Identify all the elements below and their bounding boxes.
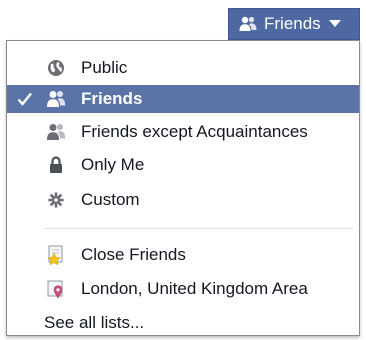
checkmark-icon <box>17 90 33 108</box>
audience-selector-button[interactable]: Friends <box>228 8 360 40</box>
lock-icon <box>45 155 67 175</box>
menu-item-label: Friends except Acquaintances <box>81 122 308 141</box>
friends-except-icon <box>45 122 67 142</box>
menu-item-custom[interactable]: Custom <box>7 186 359 214</box>
see-all-lists-link[interactable]: See all lists... <box>44 313 144 333</box>
friends-icon <box>45 89 67 109</box>
audience-selector-label: Friends <box>264 14 321 33</box>
location-pin-icon <box>45 279 67 299</box>
menu-item-public[interactable]: Public <box>7 54 359 82</box>
list-item-close-friends[interactable]: Close Friends <box>7 241 359 269</box>
menu-item-label: Custom <box>81 190 140 209</box>
list-item-london[interactable]: London, United Kingdom Area <box>7 275 359 303</box>
menu-item-friends-except-acquaintances[interactable]: Friends except Acquaintances <box>7 118 359 146</box>
menu-item-label: Friends <box>81 89 143 108</box>
list-item-label: Close Friends <box>81 245 186 264</box>
friends-icon <box>239 16 257 32</box>
menu-divider <box>45 228 353 229</box>
audience-dropdown-menu: Public Friends Friends except Acquaintan… <box>6 40 360 336</box>
list-item-label: London, United Kingdom Area <box>81 279 308 298</box>
chevron-down-icon <box>328 20 341 28</box>
star-list-icon <box>45 245 67 265</box>
gear-icon <box>45 190 67 210</box>
menu-item-label: Only Me <box>81 155 145 174</box>
menu-item-friends[interactable]: Friends <box>7 85 359 113</box>
menu-item-label: Public <box>81 58 128 77</box>
globe-icon <box>45 58 67 78</box>
menu-item-only-me[interactable]: Only Me <box>7 151 359 179</box>
